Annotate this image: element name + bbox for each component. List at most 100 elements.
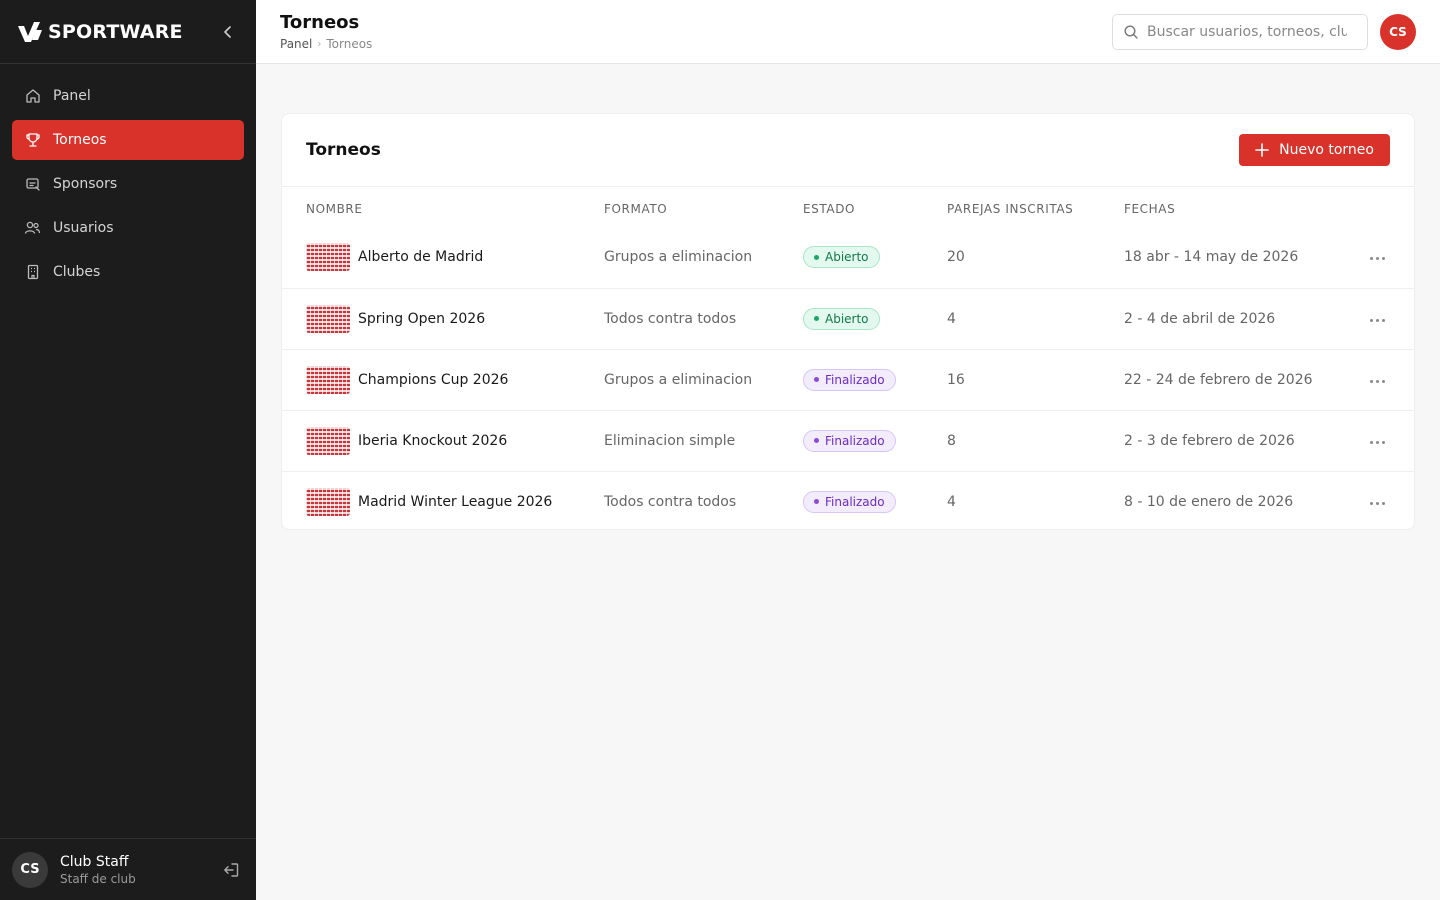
status-label: Abierto xyxy=(825,311,869,326)
sidebar-item-label: Panel xyxy=(53,88,91,104)
header-avatar[interactable]: CS xyxy=(1380,13,1416,50)
sidebar-nav: Panel Torneos Sponsors Usuarios Clubes xyxy=(0,64,256,308)
tournaments-card: Torneos Nuevo torneo NOMBRE FORMATO ESTA… xyxy=(281,113,1415,530)
sidebar-item-usuarios[interactable]: Usuarios xyxy=(12,208,244,248)
tournament-name[interactable]: Iberia Knockout 2026 xyxy=(358,433,507,449)
more-options-icon[interactable] xyxy=(1364,251,1391,266)
sidebar-item-label: Usuarios xyxy=(53,220,114,236)
tournament-format: Todos contra todos xyxy=(604,288,803,350)
brand-bar: SPORTWARE xyxy=(0,0,256,64)
tournament-thumbnail xyxy=(306,243,350,272)
home-icon xyxy=(24,88,41,105)
sidebar: SPORTWARE Panel Torneos Sponsors Usuario… xyxy=(0,0,256,900)
sidebar-item-clubes[interactable]: Clubes xyxy=(12,252,244,292)
sidebar-item-panel[interactable]: Panel xyxy=(12,76,244,116)
card-title: Torneos xyxy=(306,140,381,160)
column-header-parejas[interactable]: PAREJAS INSCRITAS xyxy=(947,187,1124,227)
user-info: Club Staff Staff de club xyxy=(60,854,220,886)
search-icon xyxy=(1124,24,1138,39)
tournament-name[interactable]: Spring Open 2026 xyxy=(358,311,485,327)
tournament-pairs: 4 xyxy=(947,288,1124,350)
status-label: Abierto xyxy=(825,250,869,265)
tournament-dates: 2 - 4 de abril de 2026 xyxy=(1124,288,1354,350)
trophy-icon xyxy=(24,132,41,149)
title-block: Torneos Panel › Torneos xyxy=(280,12,372,51)
tournament-dates: 2 - 3 de febrero de 2026 xyxy=(1124,410,1354,472)
card-header: Torneos Nuevo torneo xyxy=(282,114,1414,187)
user-name: Club Staff xyxy=(60,853,129,870)
table-row[interactable]: Spring Open 2026 Todos contra todos Abie… xyxy=(282,288,1414,350)
status-badge: Finalizado xyxy=(803,429,896,452)
logout-button[interactable] xyxy=(220,859,242,881)
tournament-pairs: 16 xyxy=(947,349,1124,411)
tournament-thumbnail xyxy=(306,304,350,333)
more-options-icon[interactable] xyxy=(1364,374,1391,389)
status-dot-icon xyxy=(814,254,819,260)
table-row[interactable]: Champions Cup 2026 Grupos a eliminacion … xyxy=(282,349,1414,411)
page-title: Torneos xyxy=(280,12,360,33)
status-badge: Abierto xyxy=(803,307,880,330)
tournament-thumbnail xyxy=(306,365,350,394)
tournament-pairs: 8 xyxy=(947,410,1124,472)
table-row[interactable]: Alberto de Madrid Grupos a eliminacion A… xyxy=(282,227,1414,289)
breadcrumb-root[interactable]: Panel xyxy=(280,37,312,51)
avatar[interactable]: CS xyxy=(12,851,48,888)
tournament-thumbnail xyxy=(306,487,350,516)
building-icon xyxy=(24,264,41,281)
status-dot-icon xyxy=(814,316,819,321)
sidebar-item-label: Clubes xyxy=(53,264,101,280)
status-badge: Finalizado xyxy=(803,368,896,391)
top-header: Torneos Panel › Torneos CS xyxy=(256,0,1440,64)
users-icon xyxy=(24,220,41,237)
column-header-actions xyxy=(1354,187,1414,227)
tournament-name[interactable]: Champions Cup 2026 xyxy=(358,372,508,388)
column-header-estado[interactable]: ESTADO xyxy=(803,187,947,227)
tournament-format: Grupos a eliminacion xyxy=(604,349,803,411)
status-dot-icon xyxy=(814,499,819,505)
column-header-formato[interactable]: FORMATO xyxy=(604,187,803,227)
tournament-pairs: 4 xyxy=(947,493,956,510)
breadcrumb-separator-icon: › xyxy=(317,38,322,50)
logo-mark-icon xyxy=(18,21,42,42)
tournaments-table: NOMBRE FORMATO ESTADO PAREJAS INSCRITAS … xyxy=(282,187,1414,532)
logo[interactable]: SPORTWARE xyxy=(16,20,183,44)
sidebar-item-sponsors[interactable]: Sponsors xyxy=(12,164,244,204)
status-label: Finalizado xyxy=(825,372,885,387)
user-role: Staff de club xyxy=(60,871,136,886)
logout-icon xyxy=(224,862,239,877)
table-row[interactable]: Iberia Knockout 2026 Eliminacion simple … xyxy=(282,410,1414,472)
status-label: Finalizado xyxy=(825,433,885,448)
sidebar-item-torneos[interactable]: Torneos xyxy=(12,120,244,160)
tournament-name[interactable]: Alberto de Madrid xyxy=(358,249,483,265)
tournament-format: Todos contra todos xyxy=(604,493,737,510)
sidebar-item-label: Sponsors xyxy=(53,176,118,192)
sidebar-user-panel: CS Club Staff Staff de club xyxy=(0,838,256,900)
new-tournament-button[interactable]: Nuevo torneo xyxy=(1239,134,1390,166)
sponsor-icon xyxy=(24,176,41,193)
tournament-name[interactable]: Madrid Winter League 2026 xyxy=(358,494,552,510)
search-input[interactable] xyxy=(1147,23,1347,40)
status-dot-icon xyxy=(814,377,819,382)
header-actions: CS xyxy=(1112,13,1416,50)
brand-name: SPORTWARE xyxy=(48,20,183,43)
more-options-icon[interactable] xyxy=(1364,496,1391,511)
chevron-left-icon xyxy=(224,25,231,38)
search-box[interactable] xyxy=(1112,13,1368,50)
more-options-icon[interactable] xyxy=(1364,313,1391,328)
new-tournament-label: Nuevo torneo xyxy=(1279,142,1374,158)
tournament-pairs: 20 xyxy=(947,227,1124,289)
tournament-dates: 22 - 24 de febrero de 2026 xyxy=(1124,349,1354,411)
collapse-sidebar-button[interactable] xyxy=(218,22,238,42)
breadcrumb: Panel › Torneos xyxy=(280,37,372,51)
column-header-fechas[interactable]: FECHAS xyxy=(1124,187,1354,227)
status-badge: Abierto xyxy=(803,246,880,269)
tournament-dates: 8 - 10 de enero de 2026 xyxy=(1124,493,1294,510)
breadcrumb-current: Torneos xyxy=(326,37,373,51)
tournament-dates: 18 abr - 14 may de 2026 xyxy=(1124,227,1354,289)
tournament-thumbnail xyxy=(306,426,350,455)
table-row[interactable]: Madrid Winter League 2026 Todos contra t… xyxy=(282,471,1414,532)
sidebar-item-label: Torneos xyxy=(53,132,107,148)
column-header-nombre[interactable]: NOMBRE xyxy=(282,187,604,227)
more-options-icon[interactable] xyxy=(1364,435,1391,450)
status-badge: Finalizado xyxy=(803,490,896,513)
